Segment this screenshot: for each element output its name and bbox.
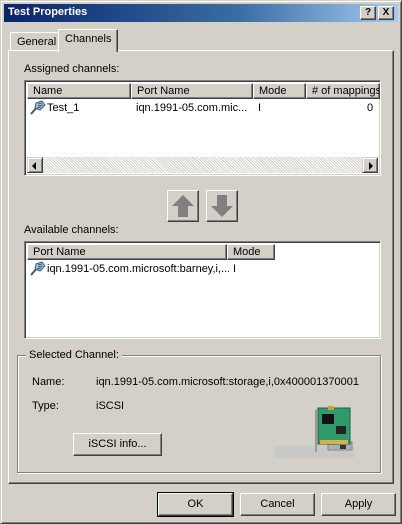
row-port-name: iqn.1991-05.com.microsoft:barney,i,... xyxy=(47,263,229,275)
name-value: iqn.1991-05.com.microsoft:storage,i,0x40… xyxy=(96,376,359,388)
network-card-icon xyxy=(274,406,354,458)
tab-general-label: General xyxy=(17,36,57,48)
chevron-left-icon xyxy=(32,162,36,170)
channel-icon xyxy=(29,261,47,277)
available-channels-list[interactable]: Port Name Mode iqn.1991-05.com.microsoft… xyxy=(24,241,381,339)
name-label: Name: xyxy=(32,376,65,388)
assigned-channels-list[interactable]: Name Port Name Mode # of mappings Test_1… xyxy=(24,80,381,176)
column-header-mode[interactable]: Mode xyxy=(227,244,275,260)
table-row[interactable]: iqn.1991-05.com.microsoft:barney,i,... I xyxy=(27,261,378,277)
tab-channels[interactable]: Channels xyxy=(58,29,119,52)
tab-channels-label: Channels xyxy=(65,33,112,45)
assigned-channels-label: Assigned channels: xyxy=(24,63,120,75)
window-title: Test Properties xyxy=(8,6,88,18)
ok-button[interactable]: OK xyxy=(157,492,234,517)
table-row[interactable]: Test_1 iqn.1991-05.com.mic... I 0 xyxy=(27,100,378,116)
type-label: Type: xyxy=(32,400,59,412)
assigned-horizontal-scrollbar[interactable] xyxy=(27,157,378,173)
arrow-up-icon xyxy=(172,195,194,217)
row-mode: I xyxy=(233,263,237,275)
column-header-mappings[interactable]: # of mappings xyxy=(306,83,380,99)
channel-icon xyxy=(29,100,47,116)
help-button[interactable]: ? xyxy=(360,6,376,20)
row-port-name: iqn.1991-05.com.mic... xyxy=(136,102,248,114)
iscsi-info-button[interactable]: iSCSI info... xyxy=(73,433,162,456)
properties-dialog: Test Properties ? X General Channels Ass… xyxy=(0,0,402,524)
move-up-button[interactable] xyxy=(167,190,199,222)
row-name: Test_1 xyxy=(47,102,80,114)
selected-channel-legend: Selected Channel: xyxy=(26,349,122,361)
chevron-right-icon xyxy=(369,162,373,170)
row-mode: I xyxy=(258,102,262,114)
type-value: iSCSI xyxy=(96,400,125,412)
tab-general[interactable]: General xyxy=(10,32,64,50)
move-down-button[interactable] xyxy=(206,190,238,222)
title-bar[interactable]: Test Properties ? X xyxy=(4,4,398,22)
apply-button[interactable]: Apply xyxy=(321,493,396,516)
column-header-name[interactable]: Name xyxy=(27,83,131,99)
row-mappings: 0 xyxy=(367,102,374,114)
close-button[interactable]: X xyxy=(378,6,394,20)
cancel-button[interactable]: Cancel xyxy=(240,493,315,516)
arrow-down-icon xyxy=(211,195,233,217)
column-header-port-name[interactable]: Port Name xyxy=(27,244,227,260)
scroll-right-button[interactable] xyxy=(362,157,378,173)
scroll-left-button[interactable] xyxy=(27,157,43,173)
column-header-port-name[interactable]: Port Name xyxy=(131,83,253,99)
available-channels-label: Available channels: xyxy=(24,224,119,236)
column-header-mode[interactable]: Mode xyxy=(253,83,306,99)
selected-channel-group: Selected Channel: Name: iqn.1991-05.com.… xyxy=(17,349,381,473)
